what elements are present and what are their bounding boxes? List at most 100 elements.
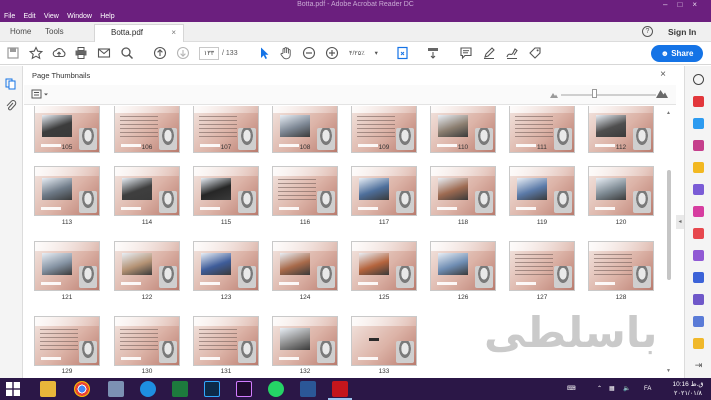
menu-view[interactable]: View bbox=[44, 11, 59, 22]
chrome-icon[interactable] bbox=[74, 381, 90, 397]
attachment-paperclip-icon[interactable] bbox=[5, 100, 17, 112]
system-clock[interactable]: 10:16 ق.ظ ۲۰۲۱/۰۱/۸ bbox=[668, 380, 708, 398]
zoom-in-icon[interactable] bbox=[325, 46, 339, 60]
page-thumbnail[interactable] bbox=[114, 166, 180, 216]
tab-document[interactable]: Botta.pdf × bbox=[94, 24, 184, 42]
combine-files-icon[interactable] bbox=[693, 184, 704, 195]
zoom-out-icon[interactable] bbox=[302, 46, 316, 60]
windows-start-icon[interactable] bbox=[6, 382, 20, 396]
share-button[interactable]: ☻ Share bbox=[651, 45, 703, 62]
scrollbar-thumb[interactable] bbox=[667, 170, 671, 280]
hand-tool-icon[interactable] bbox=[279, 46, 293, 60]
edit-pdf-icon[interactable] bbox=[693, 140, 704, 151]
page-thumbnail[interactable] bbox=[193, 316, 259, 366]
page-thumbnail[interactable] bbox=[272, 166, 338, 216]
thumbnail-footer-tag bbox=[41, 282, 61, 285]
panel-close-icon[interactable]: × bbox=[660, 69, 666, 80]
tab-home[interactable]: Home bbox=[10, 22, 31, 42]
network-app-icon[interactable] bbox=[140, 381, 156, 397]
print-icon[interactable] bbox=[74, 46, 88, 60]
page-thumbnail[interactable] bbox=[193, 241, 259, 291]
bookmark-star-icon[interactable] bbox=[28, 46, 44, 60]
export-pdf-icon[interactable] bbox=[693, 96, 704, 107]
photoshop-icon[interactable] bbox=[204, 381, 220, 397]
create-pdf-icon[interactable] bbox=[693, 118, 704, 129]
sign-icon[interactable] bbox=[505, 46, 519, 60]
page-thumbnail[interactable] bbox=[114, 316, 180, 366]
calculator-icon[interactable] bbox=[172, 381, 188, 397]
collapse-tools-arrow-icon[interactable]: ⇥ bbox=[693, 360, 704, 371]
sign-in-link[interactable]: Sign In bbox=[668, 22, 696, 42]
more-tools-icon[interactable] bbox=[693, 338, 704, 349]
word-icon[interactable] bbox=[300, 381, 316, 397]
comment-icon[interactable] bbox=[459, 46, 473, 60]
scroll-down-arrow-icon[interactable]: ▼ bbox=[666, 368, 671, 374]
app-window-icon[interactable] bbox=[108, 381, 124, 397]
page-thumbnails-icon[interactable] bbox=[5, 78, 17, 90]
tray-chevron-icon[interactable]: ⌃ bbox=[597, 378, 605, 400]
email-icon[interactable] bbox=[97, 46, 111, 60]
page-thumbnail[interactable] bbox=[193, 166, 259, 216]
scroll-mode-icon[interactable] bbox=[426, 46, 440, 60]
premiere-icon[interactable] bbox=[236, 381, 252, 397]
select-cursor-icon[interactable] bbox=[257, 46, 271, 60]
page-thumbnail[interactable] bbox=[430, 166, 496, 216]
zoom-level-select[interactable]: ۴/۲۵٪ ▾ bbox=[345, 47, 385, 60]
search-icon[interactable] bbox=[120, 46, 134, 60]
thumbnail-footer-tag bbox=[121, 357, 141, 360]
file-explorer-icon[interactable] bbox=[40, 381, 56, 397]
page-thumbnail[interactable] bbox=[509, 166, 575, 216]
page-number-input[interactable]: ۱۳۳ bbox=[199, 47, 219, 60]
menu-edit[interactable]: Edit bbox=[24, 11, 36, 22]
organize-pages-icon[interactable] bbox=[693, 206, 704, 217]
keyboard-icon[interactable]: ⌨ bbox=[567, 378, 583, 400]
protect-icon[interactable] bbox=[693, 272, 704, 283]
page-thumbnail[interactable] bbox=[430, 241, 496, 291]
window-controls[interactable]: –□× bbox=[663, 0, 707, 9]
tab-tools[interactable]: Tools bbox=[45, 22, 64, 42]
upload-cloud-icon[interactable] bbox=[52, 46, 66, 60]
stamp-tag-icon[interactable] bbox=[528, 46, 542, 60]
page-thumbnail[interactable] bbox=[509, 241, 575, 291]
menu-help[interactable]: Help bbox=[100, 11, 114, 22]
page-thumbnail[interactable] bbox=[588, 166, 654, 216]
page-thumbnail[interactable] bbox=[588, 241, 654, 291]
thumbnail-size-slider[interactable] bbox=[561, 94, 656, 96]
page-thumbnail[interactable] bbox=[34, 316, 100, 366]
page-thumbnail[interactable] bbox=[351, 241, 417, 291]
thumbnail-size-small-icon[interactable] bbox=[550, 91, 558, 100]
tab-close-icon[interactable]: × bbox=[171, 25, 176, 41]
highlight-pen-icon[interactable] bbox=[482, 46, 496, 60]
previous-page-icon[interactable] bbox=[153, 46, 167, 60]
menu-file[interactable]: File bbox=[4, 11, 15, 22]
page-thumbnail[interactable] bbox=[114, 241, 180, 291]
optimize-pdf-icon[interactable] bbox=[693, 294, 704, 305]
network-icon[interactable]: ▦ bbox=[609, 378, 619, 400]
page-thumbnail[interactable] bbox=[351, 166, 417, 216]
page-fit-icon[interactable] bbox=[396, 46, 410, 60]
comment-tool-icon[interactable] bbox=[693, 162, 704, 173]
next-page-icon[interactable] bbox=[176, 46, 190, 60]
thumbnail-size-slider-handle[interactable] bbox=[592, 89, 597, 98]
volume-icon[interactable]: 🔈 bbox=[623, 378, 633, 400]
thumbnail-size-large-icon[interactable] bbox=[656, 89, 668, 100]
page-thumbnail[interactable] bbox=[34, 241, 100, 291]
menu-window[interactable]: Window bbox=[67, 11, 92, 22]
language-indicator[interactable]: FA bbox=[644, 378, 656, 400]
save-icon[interactable] bbox=[6, 46, 20, 60]
page-thumbnail[interactable] bbox=[272, 241, 338, 291]
page-thumbnail[interactable] bbox=[272, 316, 338, 366]
acrobat-icon[interactable] bbox=[332, 381, 348, 397]
page-thumbnail[interactable] bbox=[34, 166, 100, 216]
fill-sign-icon[interactable] bbox=[693, 250, 704, 261]
right-pane-collapse-icon[interactable]: ◂ bbox=[676, 215, 684, 229]
help-icon[interactable]: ? bbox=[642, 26, 653, 37]
send-for-review-icon[interactable] bbox=[693, 316, 704, 327]
page-thumbnail[interactable]: ▬ bbox=[351, 316, 417, 366]
thumbnail-scrollbar[interactable]: ▲ ▼ bbox=[666, 110, 672, 374]
whatsapp-icon[interactable] bbox=[268, 381, 284, 397]
search-tools-icon[interactable] bbox=[693, 74, 704, 85]
thumbnail-options-icon[interactable] bbox=[31, 89, 51, 100]
scroll-up-arrow-icon[interactable]: ▲ bbox=[666, 110, 671, 116]
redact-icon[interactable] bbox=[693, 228, 704, 239]
